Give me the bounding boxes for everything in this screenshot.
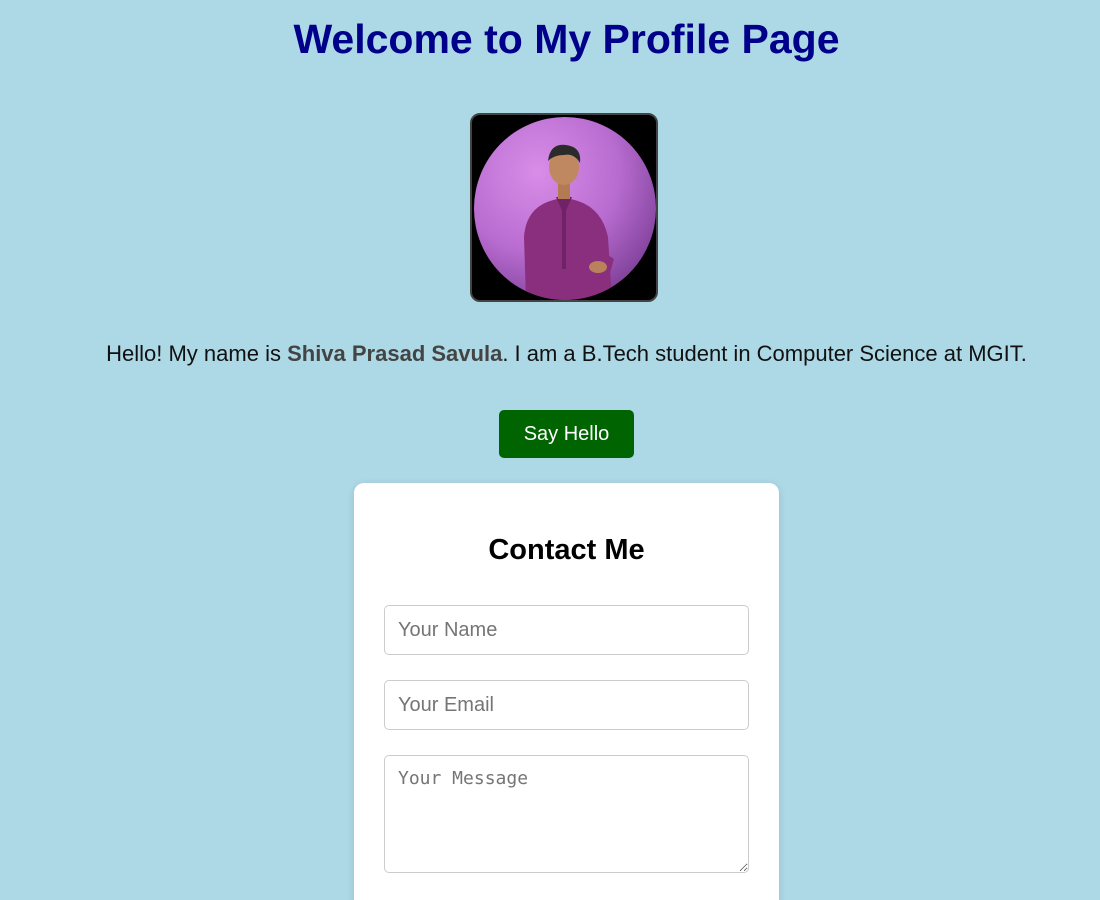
page-title: Welcome to My Profile Page xyxy=(293,16,840,62)
message-field[interactable] xyxy=(384,755,749,873)
intro-prefix: Hello! My name is xyxy=(106,341,288,366)
profile-photo xyxy=(474,117,656,300)
email-field[interactable] xyxy=(384,680,749,730)
contact-card: Contact Me xyxy=(354,483,779,900)
say-hello-button[interactable]: Say Hello xyxy=(499,410,634,458)
contact-title: Contact Me xyxy=(488,534,645,566)
intro-suffix: . I am a B.Tech student in Computer Scie… xyxy=(502,341,1027,366)
profile-photo-frame xyxy=(470,113,658,302)
profile-page: Welcome to My Profile Page Hello! My nam… xyxy=(0,0,1100,900)
name-field[interactable] xyxy=(384,605,749,655)
intro-text: Hello! My name is Shiva Prasad Savula. I… xyxy=(0,340,1100,368)
profile-name: Shiva Prasad Savula xyxy=(287,341,503,366)
